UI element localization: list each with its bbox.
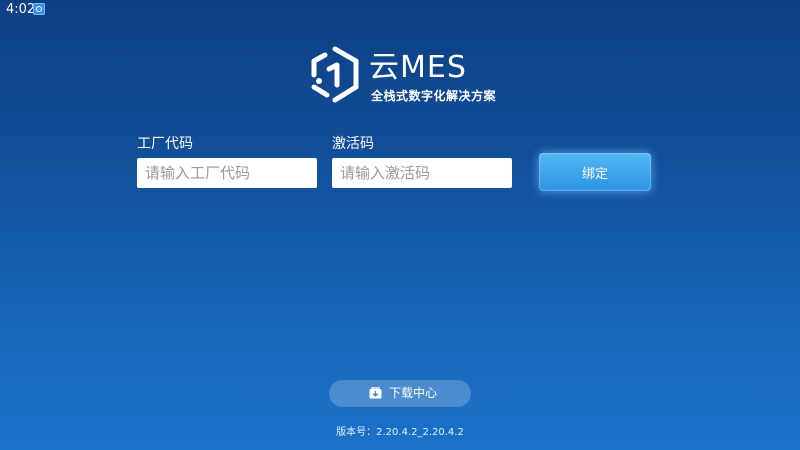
download-box-icon (369, 387, 382, 399)
download-center-label: 下载中心 (389, 386, 438, 400)
app-subtitle: 全栈式数字化解决方案 (371, 89, 497, 103)
bind-button[interactable]: 绑定 (539, 153, 651, 191)
factory-code-input[interactable] (137, 158, 317, 188)
version-text: 版本号：2.20.4.2_2.20.4.2 (336, 427, 464, 438)
hexagon-logo-icon (311, 46, 359, 103)
activation-code-group: 激活码 (332, 134, 514, 188)
status-bar: 4:02 (0, 0, 800, 20)
app-title: 云MES (369, 50, 467, 85)
app-notification-icon (33, 3, 45, 15)
factory-code-label: 工厂代码 (137, 136, 193, 152)
activation-code-label: 激活码 (332, 136, 374, 152)
app-logo: 云MES 全栈式数字化解决方案 (307, 45, 507, 107)
activation-code-input[interactable] (332, 158, 512, 188)
download-center-button[interactable]: 下载中心 (329, 380, 471, 407)
factory-code-group: 工厂代码 (137, 134, 319, 188)
status-time: 4:02 (6, 2, 36, 17)
